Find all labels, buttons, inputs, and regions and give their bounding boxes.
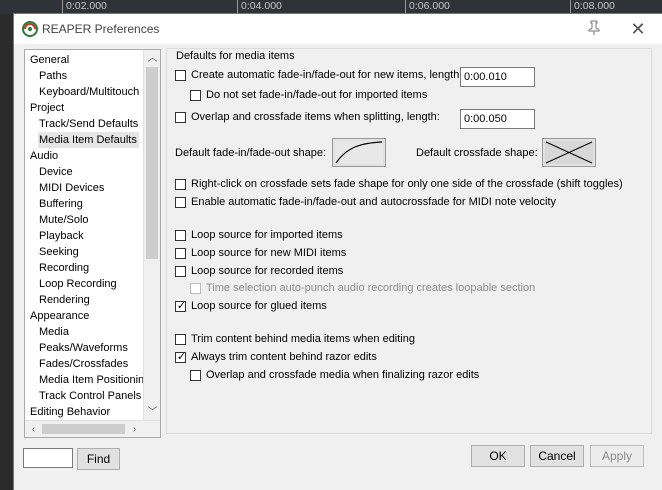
- ruler-tick: 0:02.000: [62, 0, 107, 14]
- tree-item-media[interactable]: Media: [38, 324, 71, 340]
- tree-item-recording[interactable]: Recording: [38, 260, 91, 276]
- overlap-split-label: Overlap and crossfade items when splitti…: [191, 111, 440, 123]
- no-fade-imported-checkbox[interactable]: [190, 90, 201, 101]
- apply-button[interactable]: Apply: [590, 445, 644, 467]
- tree-item-media-item-defaults[interactable]: Media Item Defaults: [38, 132, 139, 148]
- tree-item-loop-recording[interactable]: Loop Recording: [38, 276, 119, 292]
- fade-shape-label: Default fade-in/fade-out shape:: [175, 147, 327, 159]
- check-mark-icon: ✓: [176, 351, 187, 363]
- tree-item-audio[interactable]: Audio: [29, 148, 60, 164]
- cancel-button[interactable]: Cancel: [530, 445, 584, 467]
- time-selection-punch-label: Time selection auto-punch audio recordin…: [206, 282, 536, 294]
- trim-behind-label: Trim content behind media items when edi…: [191, 333, 415, 345]
- tree-item-keyboard-multitouch[interactable]: Keyboard/Multitouch: [38, 84, 141, 100]
- auto-fade-label: Create automatic fade-in/fade-out for ne…: [191, 69, 463, 81]
- always-trim-razor-label: Always trim content behind razor edits: [191, 351, 377, 363]
- tree-item-editing-behavior[interactable]: Editing Behavior: [29, 404, 112, 420]
- tree-item-media-item-positioning[interactable]: Media Item Positioning: [38, 372, 152, 388]
- fade-shape-button[interactable]: [332, 138, 386, 167]
- loop-imported-label: Loop source for imported items: [191, 229, 343, 241]
- midi-velocity-label: Enable automatic fade-in/fade-out and au…: [191, 196, 557, 208]
- window-title: REAPER Preferences: [42, 22, 160, 36]
- loop-glued-label: Loop source for glued items: [191, 300, 327, 312]
- tree-item-paths[interactable]: Paths: [38, 68, 69, 84]
- loop-recorded-label: Loop source for recorded items: [191, 265, 344, 277]
- loop-recorded-checkbox[interactable]: [175, 266, 186, 277]
- loop-midi-label: Loop source for new MIDI items: [191, 247, 347, 259]
- tree-item-track-control-panels[interactable]: Track Control Panels: [38, 388, 143, 404]
- crossfade-x-icon: [545, 141, 593, 164]
- reaper-logo-icon: [22, 21, 38, 37]
- loop-midi-checkbox[interactable]: [175, 248, 186, 259]
- tree-item-rendering[interactable]: Rendering: [38, 292, 92, 308]
- right-click-crossfade-checkbox[interactable]: [175, 179, 186, 190]
- no-fade-imported-label: Do not set fade-in/fade-out for imported…: [206, 89, 428, 101]
- overlap-razor-label: Overlap and crossfade media when finaliz…: [206, 369, 480, 381]
- tree-item-midi-devices[interactable]: MIDI Devices: [38, 180, 106, 196]
- time-selection-punch-checkbox: [190, 283, 201, 294]
- scrollbar-thumb[interactable]: [42, 424, 125, 434]
- ruler-tick: 0:04.000: [237, 0, 282, 14]
- right-click-crossfade-label: Right-click on crossfade sets fade shape…: [191, 178, 623, 190]
- find-input[interactable]: [23, 448, 73, 468]
- tree-item-playback[interactable]: Playback: [38, 228, 86, 244]
- loop-imported-checkbox[interactable]: [175, 230, 186, 241]
- overlap-razor-checkbox[interactable]: [190, 370, 201, 381]
- find-button[interactable]: Find: [77, 448, 120, 470]
- scrollbar-thumb[interactable]: [146, 67, 158, 259]
- crossfade-shape-button[interactable]: [542, 138, 596, 167]
- tree-item-fades-crossfades[interactable]: Fades/Crossfades: [38, 356, 130, 372]
- tree-item-appearance[interactable]: Appearance: [29, 308, 91, 324]
- fade-curve-icon: [335, 141, 383, 164]
- tree-item-project[interactable]: Project: [29, 100, 66, 116]
- category-tree[interactable]: General Paths Keyboard/Multitouch Project Tr…: [24, 49, 161, 438]
- auto-fade-checkbox[interactable]: [175, 70, 186, 81]
- title-bar: REAPER Preferences ✕: [14, 14, 662, 44]
- crossfade-shape-label: Default crossfade shape:: [416, 147, 538, 159]
- tree-horizontal-scrollbar[interactable]: ‹ ›: [25, 420, 160, 437]
- overlap-split-length-input[interactable]: 0:00.050: [460, 109, 535, 129]
- overlap-split-checkbox[interactable]: [175, 112, 186, 123]
- tree-item-buffering[interactable]: Buffering: [38, 196, 85, 212]
- midi-velocity-checkbox[interactable]: [175, 197, 186, 208]
- loop-glued-checkbox[interactable]: ✓: [175, 300, 187, 312]
- tree-vertical-scrollbar[interactable]: ︿ ﹀: [143, 50, 160, 421]
- pin-icon[interactable]: [586, 20, 602, 38]
- close-icon[interactable]: ✕: [628, 18, 648, 40]
- scroll-down-icon[interactable]: ﹀: [144, 404, 160, 421]
- tree-item-general[interactable]: General: [29, 52, 71, 68]
- timeline-ruler: 0:02.000 0:04.000 0:06.000 0:08.000: [0, 0, 662, 14]
- trim-behind-checkbox[interactable]: [175, 334, 186, 345]
- group-title: Defaults for media items: [174, 50, 297, 62]
- scroll-up-icon[interactable]: ︿: [144, 50, 160, 67]
- scroll-right-icon[interactable]: ›: [126, 421, 143, 437]
- scroll-left-icon[interactable]: ‹: [25, 421, 42, 437]
- check-mark-icon: ✓: [176, 300, 187, 312]
- tree-item-mute-solo[interactable]: Mute/Solo: [38, 212, 91, 228]
- ok-button[interactable]: OK: [471, 445, 525, 467]
- ruler-tick: 0:08.000: [570, 0, 615, 14]
- tree-item-device[interactable]: Device: [38, 164, 75, 180]
- tree-item-seeking[interactable]: Seeking: [38, 244, 81, 260]
- tree-item-peaks-waveforms[interactable]: Peaks/Waveforms: [38, 340, 130, 356]
- auto-fade-length-input[interactable]: 0:00.010: [460, 67, 535, 87]
- always-trim-razor-checkbox[interactable]: ✓: [175, 351, 187, 363]
- ruler-tick: 0:06.000: [405, 0, 450, 14]
- tree-item-track-send-defaults[interactable]: Track/Send Defaults: [38, 116, 140, 132]
- preferences-dialog: REAPER Preferences ✕ General Paths Keyboar…: [14, 14, 662, 490]
